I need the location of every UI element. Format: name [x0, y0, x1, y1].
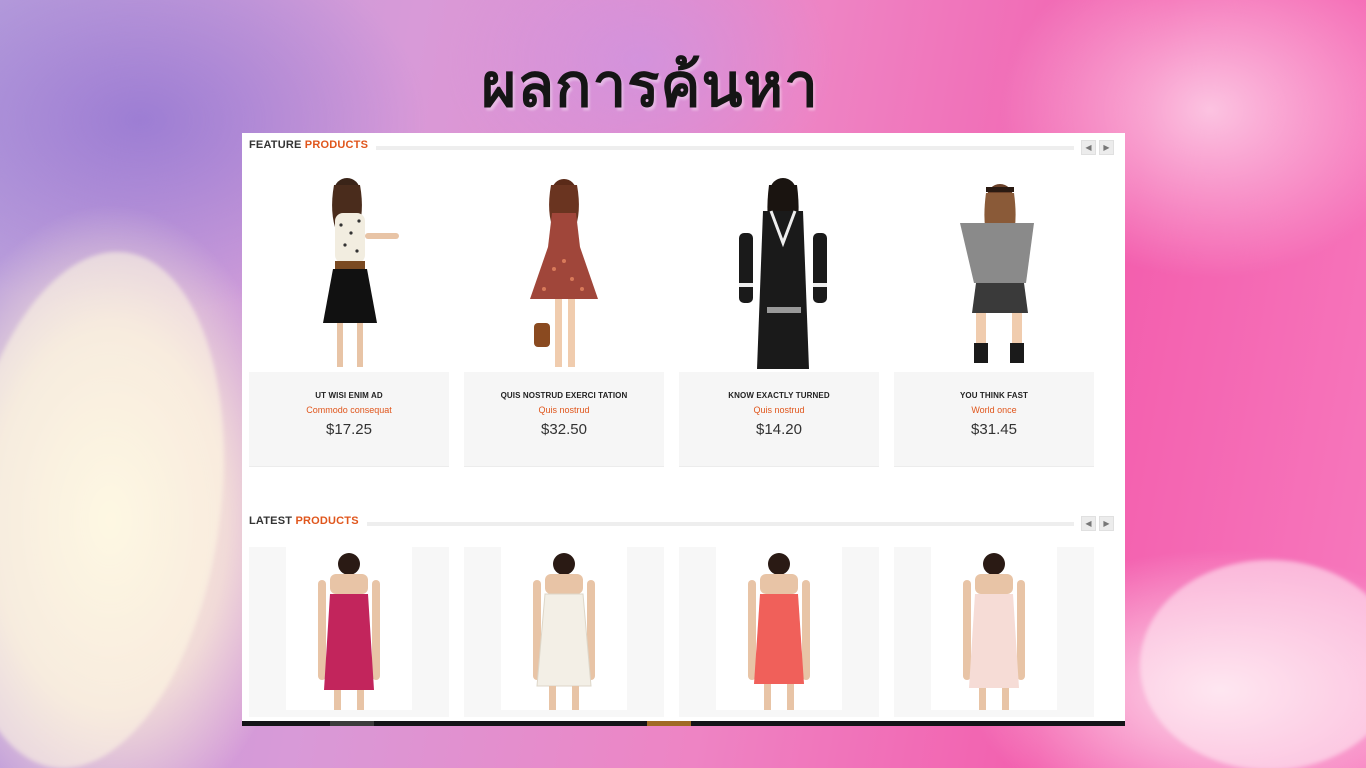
- carousel-prev-button[interactable]: ◀: [1081, 140, 1096, 155]
- section-divider: [364, 146, 1074, 150]
- dress-fill: [323, 269, 377, 323]
- model-figure: [323, 178, 399, 367]
- section-title: LATEST PRODUCTS: [249, 515, 367, 527]
- section-title-prefix: FEATURE: [249, 139, 302, 151]
- carousel-prev-button[interactable]: ◀: [1081, 516, 1096, 531]
- background-brush-stroke: [1140, 560, 1366, 768]
- product-subtitle: Commodo consequat: [306, 405, 392, 415]
- product-image[interactable]: [249, 171, 449, 371]
- product-image[interactable]: [464, 171, 664, 371]
- model-figure: [963, 553, 1025, 710]
- section-header: LATEST PRODUCTS ◀ ▶: [242, 512, 1125, 534]
- background-brush-stroke: [0, 234, 255, 768]
- product-card[interactable]: [679, 547, 879, 717]
- bottom-bar: [242, 721, 1125, 726]
- product-info: KNOW EXACTLY TURNED Quis nostrud $14.20: [679, 372, 879, 467]
- bottom-bar-segment: [330, 721, 374, 726]
- model-figure: [748, 553, 810, 710]
- bottom-bar-segment: [647, 721, 691, 726]
- section-divider: [356, 522, 1074, 526]
- section-title-accent: PRODUCTS: [295, 515, 359, 527]
- section-title-prefix: LATEST: [249, 515, 293, 527]
- product-card[interactable]: [249, 547, 449, 717]
- store-screenshot: FEATURE PRODUCTS ◀ ▶ UT WISI ENIM AD Com…: [242, 133, 1125, 726]
- product-card[interactable]: [464, 547, 664, 717]
- model-figure: [318, 553, 380, 710]
- product-card[interactable]: [894, 547, 1094, 717]
- product-price: $17.25: [326, 421, 372, 438]
- carousel-next-button[interactable]: ▶: [1099, 140, 1114, 155]
- product-price: $32.50: [541, 421, 587, 438]
- product-info: YOU THINK FAST World once $31.45: [894, 372, 1094, 467]
- product-image[interactable]: [716, 547, 842, 710]
- product-subtitle: World once: [971, 405, 1017, 415]
- product-name[interactable]: QUIS NOSTRUD EXERCI TATION: [464, 391, 664, 400]
- model-figure: [960, 184, 1034, 363]
- product-name[interactable]: YOU THINK FAST: [894, 391, 1094, 400]
- product-name[interactable]: KNOW EXACTLY TURNED: [679, 391, 879, 400]
- product-info: UT WISI ENIM AD Commodo consequat $17.25: [249, 372, 449, 467]
- carousel-next-button[interactable]: ▶: [1099, 516, 1114, 531]
- product-price: $14.20: [756, 421, 802, 438]
- product-price: $31.45: [971, 421, 1017, 438]
- section-title: FEATURE PRODUCTS: [249, 139, 377, 151]
- product-name[interactable]: UT WISI ENIM AD: [249, 391, 449, 400]
- product-image[interactable]: [286, 547, 412, 710]
- product-image[interactable]: [501, 547, 627, 710]
- model-figure: [739, 178, 827, 369]
- latest-products-section: LATEST PRODUCTS ◀ ▶: [242, 509, 1125, 717]
- section-header: FEATURE PRODUCTS ◀ ▶: [242, 136, 1125, 158]
- product-subtitle: Quis nostrud: [753, 405, 805, 415]
- product-info: QUIS NOSTRUD EXERCI TATION Quis nostrud …: [464, 372, 664, 467]
- product-subtitle: Quis nostrud: [538, 405, 590, 415]
- product-image[interactable]: [679, 171, 879, 371]
- section-title-accent: PRODUCTS: [304, 139, 369, 151]
- product-image[interactable]: [931, 547, 1057, 710]
- model-figure: [533, 553, 595, 710]
- product-image[interactable]: [894, 171, 1094, 371]
- feature-products-section: FEATURE PRODUCTS ◀ ▶ UT WISI ENIM AD Com…: [242, 133, 1125, 467]
- slide-title: ผลการค้นหา: [481, 51, 819, 121]
- model-figure: [530, 179, 598, 367]
